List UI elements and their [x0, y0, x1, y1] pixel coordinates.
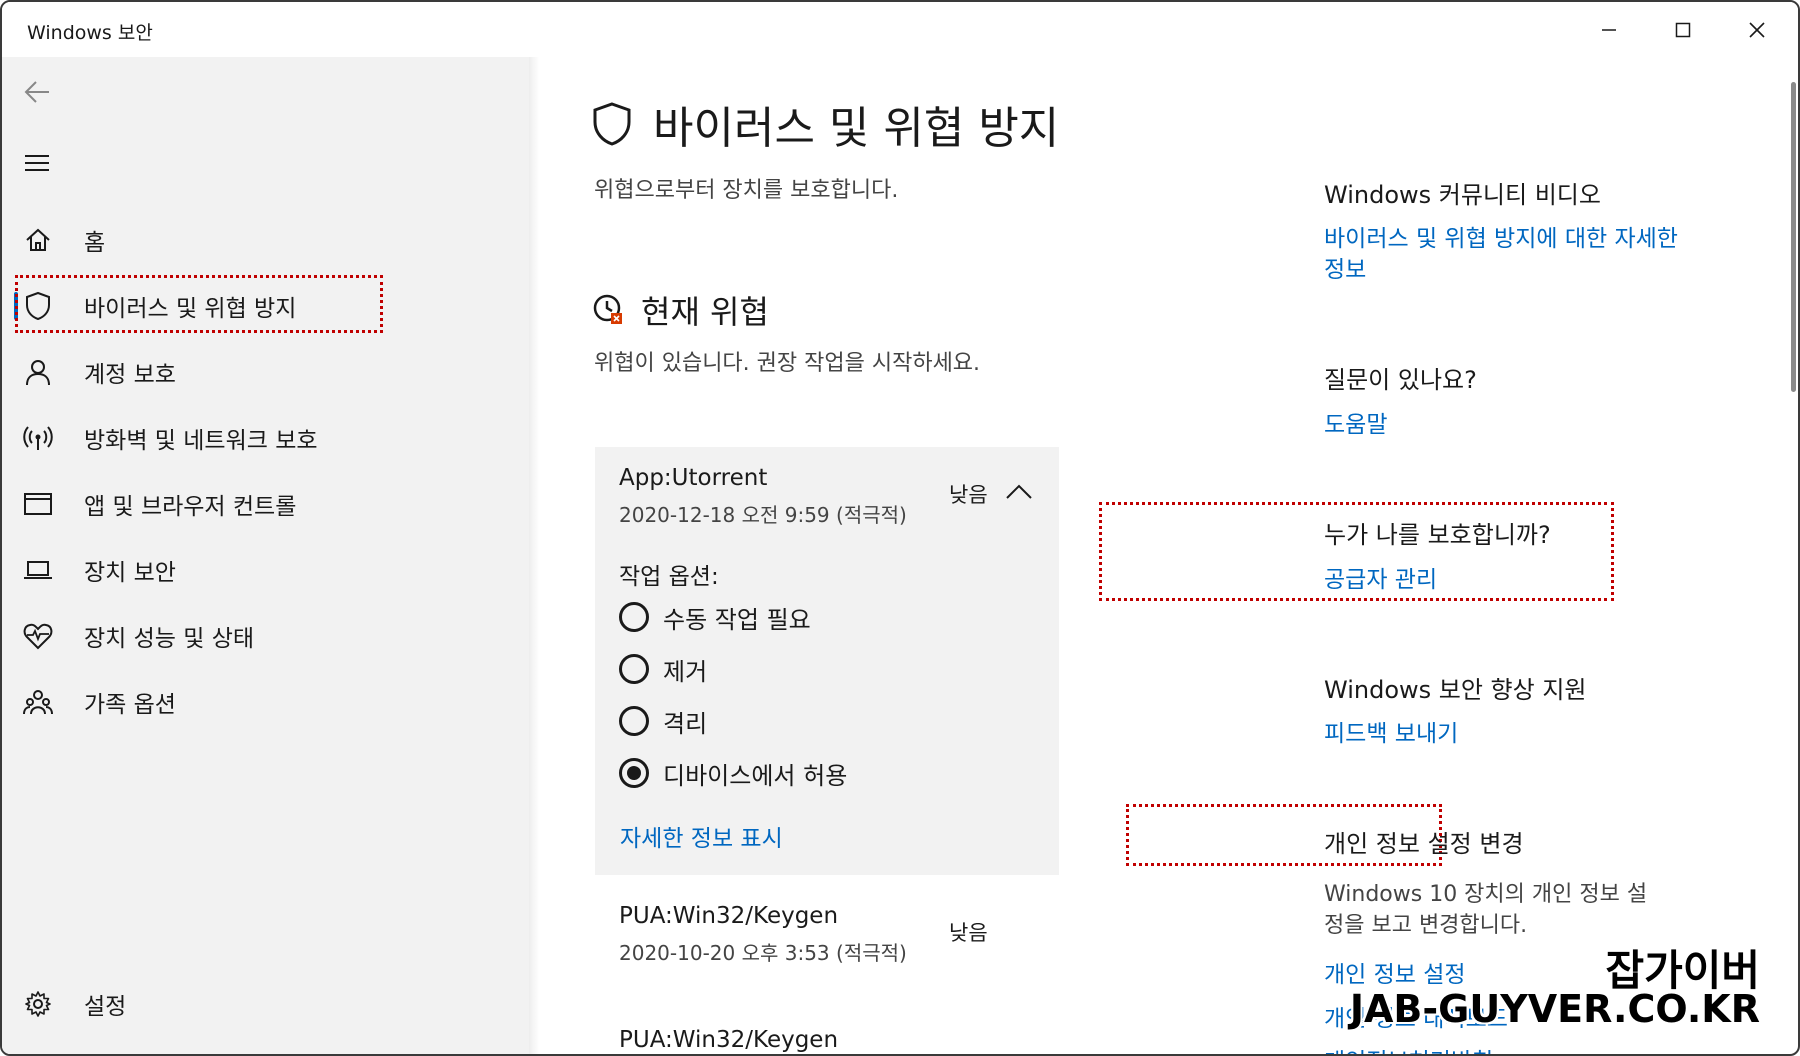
- watermark-url: JAB-GUYVER.CO.KR: [1349, 987, 1760, 1031]
- threat-item[interactable]: PUA:Win32/Keygen 2020-10-20 오후 3:53 (적극적…: [595, 897, 1059, 987]
- threat-date: 2020-12-18 오전 9:59 (적극적): [619, 503, 907, 527]
- privacy-body-text: 정을 보고 변경합니다.: [1324, 913, 1528, 938]
- menu-button[interactable]: [20, 146, 54, 180]
- home-icon: [22, 224, 54, 256]
- option-label: 수동 작업 필요: [663, 605, 811, 634]
- clock-alert-icon: [593, 294, 622, 324]
- wifi-signal-icon: [22, 422, 54, 454]
- sidebar-item-label: 방화벽 및 네트워크 보호: [84, 428, 318, 454]
- sidebar-item-label: 바이러스 및 위협 방지: [84, 296, 297, 322]
- privacy-settings-link[interactable]: 개인 정보 설정: [1324, 955, 1466, 989]
- maximize-icon: [1675, 22, 1691, 37]
- manage-providers-link[interactable]: 공급자 관리: [1324, 560, 1437, 594]
- threat-severity: 낮음: [949, 921, 988, 945]
- sidebar-item-home[interactable]: 홈: [2, 212, 529, 268]
- sidebar-item-account-protection[interactable]: 계정 보호: [2, 344, 529, 400]
- threat-name: App:Utorrent: [619, 465, 768, 491]
- sidebar-item-app-browser[interactable]: 앱 및 브라우저 컨트롤: [2, 476, 529, 532]
- minimize-icon: [1602, 28, 1616, 31]
- windows-security-window: Windows 보안 홈 바이러스 및 위협 방지 계정 보호 방화벽 및 네트…: [0, 0, 1800, 1056]
- maximize-button[interactable]: [1646, 2, 1720, 57]
- questions-heading: 질문이 있나요?: [1324, 366, 1477, 394]
- option-label: 격리: [663, 709, 708, 738]
- option-quarantine[interactable]: 격리: [619, 701, 707, 741]
- privacy-statement-link[interactable]: 개인정보처리방침: [1324, 1042, 1493, 1054]
- sidebar-item-firewall[interactable]: 방화벽 및 네트워크 보호: [2, 410, 529, 466]
- family-icon: [22, 686, 54, 718]
- sidebar-item-label: 앱 및 브라우저 컨트롤: [84, 494, 297, 520]
- sidebar-item-virus-protection[interactable]: 바이러스 및 위협 방지: [2, 278, 529, 334]
- sidebar-item-label: 홈: [84, 230, 106, 256]
- laptop-icon: [22, 554, 54, 586]
- scrollbar[interactable]: [1791, 82, 1796, 392]
- page-title-text: 바이러스 및 위협 방지: [653, 103, 1060, 154]
- minimize-button[interactable]: [1572, 2, 1646, 57]
- sidebar-item-label: 장치 성능 및 상태: [84, 626, 255, 652]
- improve-security-heading: Windows 보안 향상 지원: [1324, 676, 1587, 704]
- threat-severity: 낮음: [949, 483, 988, 507]
- settings-label: 설정: [84, 994, 127, 1020]
- option-manual-action[interactable]: 수동 작업 필요: [619, 597, 811, 637]
- browser-window-icon: [22, 488, 54, 520]
- back-button[interactable]: [20, 75, 54, 109]
- chevron-up-icon[interactable]: [1005, 483, 1033, 501]
- privacy-settings-heading: 개인 정보 설정 변경: [1324, 830, 1524, 858]
- threat-name: PUA:Win32/Keygen: [619, 1027, 839, 1053]
- shield-icon: [22, 290, 54, 322]
- hamburger-icon: [25, 155, 49, 171]
- threat-date: 2020-10-20 오후 3:53 (적극적): [619, 941, 907, 965]
- radio-dot: [627, 766, 641, 780]
- person-icon: [22, 356, 54, 388]
- shield-icon: [593, 102, 631, 146]
- option-remove[interactable]: 제거: [619, 649, 707, 689]
- back-arrow-icon: [24, 81, 49, 103]
- close-icon: [1749, 21, 1765, 38]
- option-label: 제거: [663, 657, 708, 686]
- option-allow-on-device[interactable]: 디바이스에서 허용: [619, 753, 847, 793]
- community-video-link[interactable]: 바이러스 및 위협 방지에 대한 자세한: [1324, 219, 1678, 253]
- sidebar-item-family-options[interactable]: 가족 옵션: [2, 674, 529, 730]
- sidebar-item-settings[interactable]: 설정: [2, 976, 529, 1032]
- sidebar-item-label: 계정 보호: [84, 362, 176, 388]
- sidebar-item-label: 장치 보안: [84, 560, 176, 586]
- sidebar-item-label: 가족 옵션: [84, 692, 176, 718]
- threat-item[interactable]: PUA:Win32/Keygen: [595, 1017, 1059, 1054]
- send-feedback-link[interactable]: 피드백 보내기: [1324, 714, 1458, 748]
- title-bar: Windows 보안: [2, 2, 1798, 57]
- who-protects-heading: 누가 나를 보호합니까?: [1324, 521, 1551, 549]
- threat-item-header[interactable]: App:Utorrent 2020-12-18 오전 9:59 (적극적) 낮음: [595, 447, 1059, 537]
- current-threats-description: 위협이 있습니다. 권장 작업을 시작하세요.: [594, 351, 981, 376]
- sidebar-item-device-health[interactable]: 장치 성능 및 상태: [2, 608, 529, 664]
- show-details-link[interactable]: 자세한 정보 표시: [620, 819, 783, 853]
- sidebar-item-device-security[interactable]: 장치 보안: [2, 542, 529, 598]
- current-threats-heading-text: 현재 위협: [641, 293, 769, 331]
- gear-icon: [22, 988, 54, 1020]
- close-button[interactable]: [1720, 2, 1794, 57]
- privacy-body-text: Windows 10 장치의 개인 정보 설: [1324, 882, 1648, 907]
- community-video-link-cont[interactable]: 정보: [1324, 250, 1366, 284]
- page-subtitle: 위협으로부터 장치를 보호합니다.: [594, 178, 899, 203]
- current-threats-heading: 현재 위협: [591, 287, 769, 333]
- radio-button[interactable]: [619, 706, 649, 736]
- window-title: Windows 보안: [27, 22, 153, 44]
- option-label: 디바이스에서 허용: [663, 761, 848, 790]
- heart-pulse-icon: [22, 620, 54, 652]
- help-link[interactable]: 도움말: [1324, 405, 1387, 439]
- community-video-heading: Windows 커뮤니티 비디오: [1324, 181, 1601, 209]
- threat-name: PUA:Win32/Keygen: [619, 903, 839, 929]
- selected-indicator: [14, 292, 18, 320]
- radio-button-selected[interactable]: [619, 758, 649, 788]
- page-title: 바이러스 및 위협 방지: [591, 92, 1059, 156]
- radio-button[interactable]: [619, 654, 649, 684]
- action-options-label: 작업 옵션:: [619, 564, 719, 590]
- radio-button[interactable]: [619, 602, 649, 632]
- sidebar: 홈 바이러스 및 위협 방지 계정 보호 방화벽 및 네트워크 보호 앱 및 브…: [2, 57, 539, 1054]
